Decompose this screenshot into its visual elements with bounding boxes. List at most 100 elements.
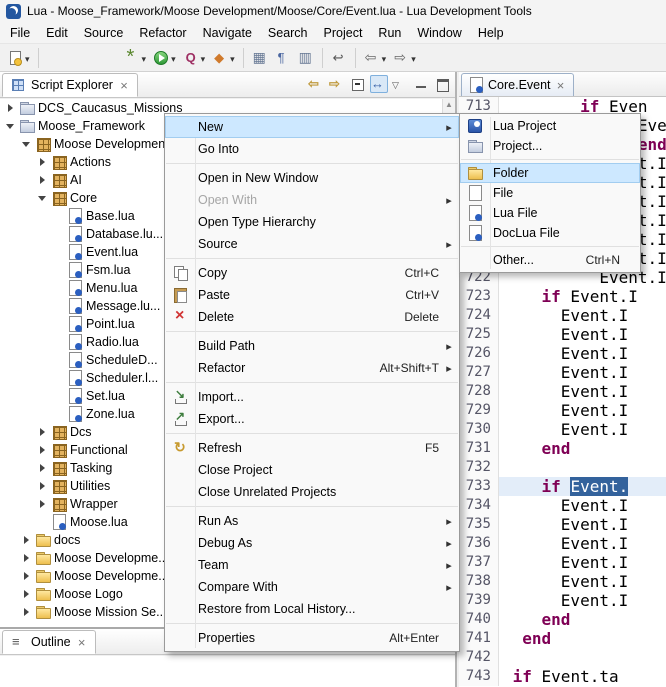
code-line[interactable]: 740 end	[459, 610, 666, 629]
menu-item-close-project[interactable]: Close Project	[165, 459, 459, 481]
open-element-button[interactable]	[249, 46, 271, 70]
new-wizard-button[interactable]	[4, 46, 33, 70]
expander-closed-icon[interactable]	[36, 459, 48, 477]
menu-item-import[interactable]: Import...	[165, 386, 459, 408]
menubar-item-source[interactable]: Source	[76, 23, 132, 43]
code-line[interactable]: 737 Event.I	[459, 553, 666, 572]
expander-closed-icon[interactable]	[4, 99, 16, 117]
show-whitespace-button[interactable]	[272, 46, 294, 70]
tab-core-event[interactable]: Core.Event	[461, 73, 574, 96]
code-line[interactable]: 728 Event.I	[459, 382, 666, 401]
menu-item-refresh[interactable]: RefreshF5	[165, 437, 459, 459]
close-icon[interactable]	[555, 78, 567, 92]
code-line[interactable]: 731 end	[459, 439, 666, 458]
expander-closed-icon[interactable]	[36, 477, 48, 495]
expander-closed-icon[interactable]	[36, 495, 48, 513]
debug-button[interactable]	[121, 46, 150, 70]
menu-item-compare-with[interactable]: Compare With	[165, 576, 459, 598]
code-line[interactable]: 724 Event.I	[459, 306, 666, 325]
menubar-item-search[interactable]: Search	[260, 23, 316, 43]
menu-item-export[interactable]: Export...	[165, 408, 459, 430]
menu-item-other[interactable]: Other...Ctrl+N	[460, 250, 640, 270]
menubar-item-help[interactable]: Help	[470, 23, 512, 43]
expander-closed-icon[interactable]	[20, 603, 32, 621]
run-button[interactable]	[150, 46, 179, 70]
menu-item-close-unrelated-projects[interactable]: Close Unrelated Projects	[165, 481, 459, 503]
code-line[interactable]: 732	[459, 458, 666, 477]
code-line[interactable]: 726 Event.I	[459, 344, 666, 363]
menu-item-open-type-hierarchy[interactable]: Open Type Hierarchy	[165, 211, 459, 233]
mark-occurrences-button[interactable]	[295, 46, 317, 70]
expander-open-icon[interactable]	[36, 189, 48, 207]
menu-item-source[interactable]: Source	[165, 233, 459, 255]
menu-item-delete[interactable]: DeleteDelete	[165, 306, 459, 328]
expander-closed-icon[interactable]	[36, 441, 48, 459]
forward-history-button[interactable]	[328, 75, 346, 93]
menubar-item-edit[interactable]: Edit	[38, 23, 76, 43]
menubar-item-refactor[interactable]: Refactor	[131, 23, 194, 43]
menu-item-open-with[interactable]: Open With	[165, 189, 459, 211]
expander-closed-icon[interactable]	[36, 153, 48, 171]
menu-item-go-into[interactable]: Go Into	[165, 138, 459, 160]
close-icon[interactable]	[76, 635, 88, 649]
menu-item-open-in-new-window[interactable]: Open in New Window	[165, 167, 459, 189]
code-line[interactable]: 725 Event.I	[459, 325, 666, 344]
menu-item-properties[interactable]: PropertiesAlt+Enter	[165, 627, 459, 649]
external-tools-button[interactable]	[209, 46, 238, 70]
menubar-item-project[interactable]: Project	[316, 23, 371, 43]
menu-item-team[interactable]: Team	[165, 554, 459, 576]
minimize-button[interactable]	[412, 75, 430, 93]
menu-item-restore-from-local-history[interactable]: Restore from Local History...	[165, 598, 459, 620]
menubar-item-file[interactable]: File	[2, 23, 38, 43]
code-line[interactable]: 730 Event.I	[459, 420, 666, 439]
code-line[interactable]: 733 if Event.	[459, 477, 666, 496]
menu-item-lua-file[interactable]: Lua File	[460, 203, 640, 223]
expander-closed-icon[interactable]	[20, 549, 32, 567]
forward-button[interactable]	[390, 46, 419, 70]
menu-item-build-path[interactable]: Build Path	[165, 335, 459, 357]
menu-item-lua-project[interactable]: Lua Project	[460, 116, 640, 136]
code-line[interactable]: 729 Event.I	[459, 401, 666, 420]
menu-item-copy[interactable]: CopyCtrl+C	[165, 262, 459, 284]
close-icon[interactable]	[118, 78, 130, 92]
expander-closed-icon[interactable]	[36, 423, 48, 441]
profile-button[interactable]	[180, 46, 209, 70]
view-menu-button[interactable]	[391, 75, 409, 93]
menu-item-file[interactable]: File	[460, 183, 640, 203]
expander-open-icon[interactable]	[4, 117, 16, 135]
code-line[interactable]: 734 Event.I	[459, 496, 666, 515]
code-line[interactable]: 741 end	[459, 629, 666, 648]
menu-item-doclua-file[interactable]: DocLua File	[460, 223, 640, 243]
menubar-item-window[interactable]: Window	[409, 23, 469, 43]
tab-outline[interactable]: Outline	[2, 630, 96, 654]
code-line[interactable]: 727 Event.I	[459, 363, 666, 382]
code-line[interactable]: 738 Event.I	[459, 572, 666, 591]
menu-item-project[interactable]: Project...	[460, 136, 640, 156]
collapse-all-button[interactable]	[349, 75, 367, 93]
maximize-button[interactable]	[433, 75, 451, 93]
link-with-editor-button[interactable]	[370, 75, 388, 93]
menubar-item-run[interactable]: Run	[370, 23, 409, 43]
back-history-button[interactable]	[307, 75, 325, 93]
menu-item-paste[interactable]: PasteCtrl+V	[165, 284, 459, 306]
code-line[interactable]: 735 Event.I	[459, 515, 666, 534]
menu-item-refactor[interactable]: RefactorAlt+Shift+T	[165, 357, 459, 379]
expander-closed-icon[interactable]	[20, 567, 32, 585]
code-line[interactable]: 743 if Event.ta	[459, 667, 666, 686]
menu-item-debug-as[interactable]: Debug As	[165, 532, 459, 554]
menu-item-folder[interactable]: Folder	[460, 163, 640, 183]
code-line[interactable]: 739 Event.I	[459, 591, 666, 610]
expander-open-icon[interactable]	[20, 135, 32, 153]
tab-script-explorer[interactable]: Script Explorer	[2, 73, 138, 97]
expander-closed-icon[interactable]	[20, 585, 32, 603]
code-line[interactable]: 742	[459, 648, 666, 667]
expander-closed-icon[interactable]	[20, 531, 32, 549]
menubar-item-navigate[interactable]: Navigate	[195, 23, 260, 43]
back-button[interactable]	[361, 46, 390, 70]
last-edit-location-button[interactable]	[328, 46, 350, 70]
expander-closed-icon[interactable]	[36, 171, 48, 189]
menu-item-run-as[interactable]: Run As	[165, 510, 459, 532]
code-line[interactable]: 736 Event.I	[459, 534, 666, 553]
menu-item-new[interactable]: New	[165, 116, 459, 138]
code-line[interactable]: 723 if Event.I	[459, 287, 666, 306]
